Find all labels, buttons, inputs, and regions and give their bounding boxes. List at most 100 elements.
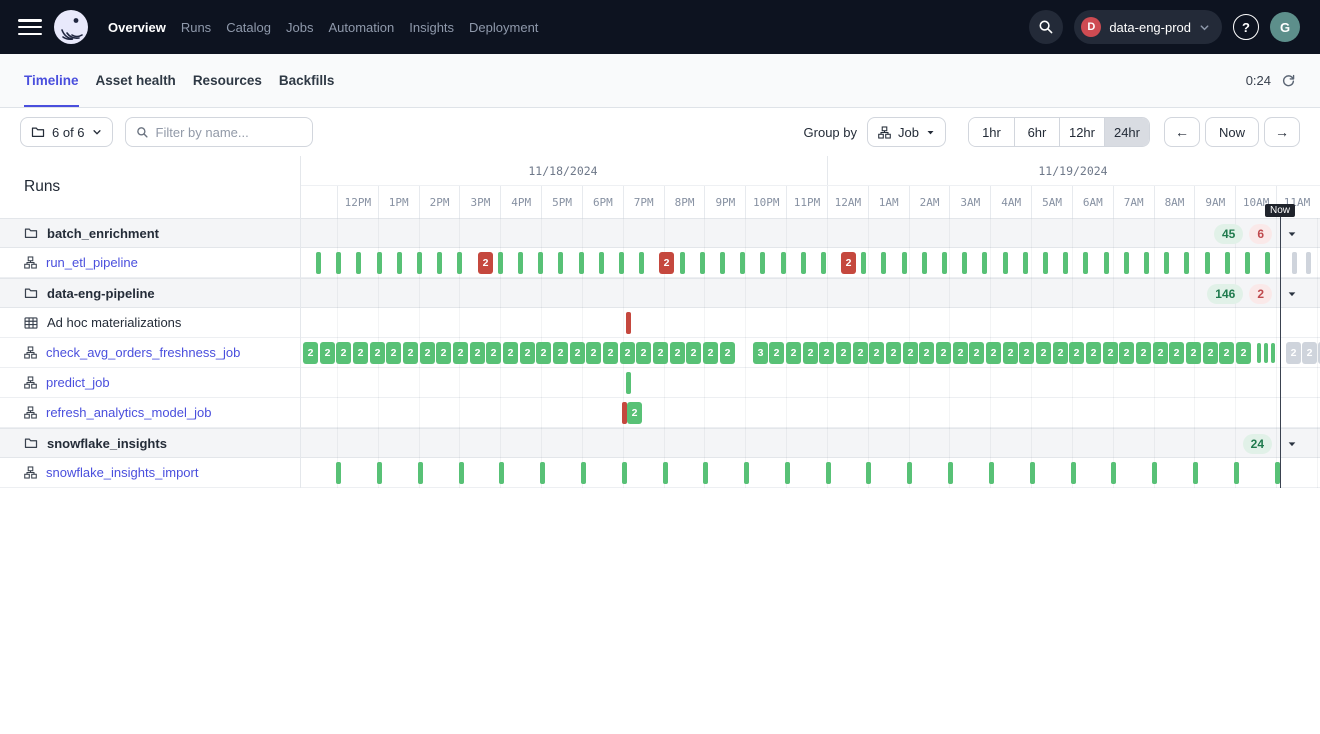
success-run-mark[interactable]: 2 [1169,342,1184,364]
caret-down-icon[interactable] [1284,287,1300,301]
success-run-mark[interactable]: 2 [769,342,784,364]
success-run-mark[interactable]: 2 [553,342,568,364]
success-run-mark[interactable] [720,252,725,274]
caret-down-icon[interactable] [1284,227,1300,241]
success-run-mark[interactable]: 2 [1003,342,1018,364]
refresh-button[interactable] [1281,73,1296,88]
success-run-mark[interactable] [540,462,545,484]
success-run-mark[interactable] [619,252,624,274]
scheduled-run-mark[interactable]: 2 [1302,342,1317,364]
success-run-mark[interactable] [599,252,604,274]
success-run-mark[interactable]: 2 [586,342,601,364]
success-run-mark[interactable]: 2 [953,342,968,364]
success-run-mark[interactable]: 2 [1119,342,1134,364]
success-run-mark[interactable] [459,462,464,484]
success-run-mark[interactable]: 3 [753,342,768,364]
success-run-mark[interactable]: 2 [570,342,585,364]
tab-backfills[interactable]: Backfills [279,54,335,107]
success-run-mark[interactable] [861,252,866,274]
success-run-mark[interactable]: 2 [403,342,418,364]
success-run-mark[interactable] [418,462,423,484]
success-run-mark[interactable] [1193,462,1198,484]
success-run-mark[interactable]: 2 [520,342,535,364]
success-run-mark[interactable]: 2 [1219,342,1234,364]
success-run-mark[interactable]: 2 [320,342,335,364]
success-count-badge[interactable]: 146 [1207,284,1243,304]
success-run-mark[interactable]: 2 [453,342,468,364]
repo-filter-button[interactable]: 6 of 6 [20,117,113,147]
success-run-mark[interactable] [336,462,341,484]
success-run-mark[interactable]: 2 [1236,342,1251,364]
jump-to-now-button[interactable]: Now [1205,117,1259,147]
range-6hr[interactable]: 6hr [1014,118,1059,146]
success-run-mark[interactable] [1111,462,1116,484]
nav-insights[interactable]: Insights [409,20,454,35]
help-button[interactable]: ? [1233,14,1259,40]
success-run-mark[interactable]: 2 [1186,342,1201,364]
success-count-badge[interactable]: 24 [1243,434,1272,454]
success-run-mark[interactable] [942,252,947,274]
success-run-mark[interactable]: 2 [936,342,951,364]
search-button[interactable] [1029,10,1063,44]
success-run-mark[interactable]: 2 [786,342,801,364]
success-run-mark[interactable] [881,252,886,274]
success-run-mark[interactable] [680,252,685,274]
success-run-mark[interactable] [499,462,504,484]
range-1hr[interactable]: 1hr [969,118,1014,146]
job-link[interactable]: check_avg_orders_freshness_job [46,345,240,360]
success-run-mark[interactable] [1205,252,1210,274]
scheduled-run-mark[interactable]: 2 [1286,342,1301,364]
job-link[interactable]: snowflake_insights_import [46,465,198,480]
success-run-mark[interactable]: 2 [436,342,451,364]
success-run-mark[interactable] [1043,252,1048,274]
success-run-mark[interactable]: 2 [720,342,735,364]
success-run-mark[interactable] [437,252,442,274]
failure-count-badge[interactable]: 2 [1249,284,1272,304]
success-run-mark[interactable] [1245,252,1250,274]
success-run-mark[interactable] [922,252,927,274]
success-run-mark[interactable]: 2 [536,342,551,364]
workspace-selector[interactable]: D data-eng-prod [1074,10,1222,44]
success-run-mark[interactable] [989,462,994,484]
success-run-mark[interactable] [703,462,708,484]
scroll-forward-button[interactable]: → [1264,117,1300,147]
success-run-mark[interactable]: 2 [1019,342,1034,364]
success-run-mark[interactable] [1083,252,1088,274]
success-run-mark[interactable] [866,462,871,484]
tab-resources[interactable]: Resources [193,54,262,107]
scroll-back-button[interactable]: ← [1164,117,1200,147]
success-run-mark[interactable]: 2 [886,342,901,364]
success-run-mark[interactable]: 2 [1103,342,1118,364]
success-run-mark[interactable] [902,252,907,274]
nav-deployment[interactable]: Deployment [469,20,538,35]
success-run-mark[interactable] [1234,462,1239,484]
success-run-mark[interactable] [518,252,523,274]
success-run-mark[interactable]: 2 [1069,342,1084,364]
success-run-mark[interactable] [821,252,826,274]
success-run-mark[interactable] [760,252,765,274]
success-run-mark[interactable]: 2 [486,342,501,364]
failed-run-mark[interactable] [626,312,631,334]
success-run-mark[interactable] [377,252,382,274]
success-run-mark[interactable] [1257,343,1261,363]
group-row[interactable]: snowflake_insights24 [0,428,1320,458]
user-avatar[interactable]: G [1270,12,1300,42]
hamburger-menu-icon[interactable] [18,19,42,35]
success-run-mark[interactable] [1071,462,1076,484]
job-link[interactable]: predict_job [46,375,110,390]
success-run-mark[interactable]: 2 [903,342,918,364]
success-run-mark[interactable] [1152,462,1157,484]
success-run-mark[interactable] [982,252,987,274]
success-run-mark[interactable] [962,252,967,274]
failed-run-mark[interactable]: 2 [478,252,493,274]
success-run-mark[interactable] [498,252,503,274]
success-run-mark[interactable] [1271,343,1275,363]
success-run-mark[interactable]: 2 [620,342,635,364]
success-run-mark[interactable] [785,462,790,484]
success-run-mark[interactable] [826,462,831,484]
nav-runs[interactable]: Runs [181,20,211,35]
success-run-mark[interactable] [1184,252,1189,274]
dagster-logo[interactable] [52,8,90,46]
success-run-mark[interactable] [1023,252,1028,274]
name-filter-input[interactable] [156,125,332,140]
